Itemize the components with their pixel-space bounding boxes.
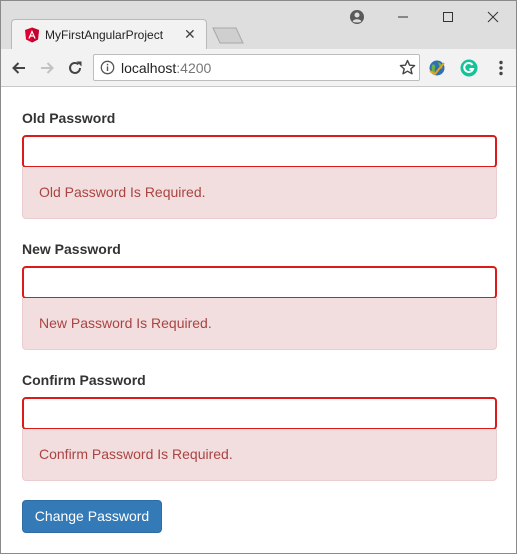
browser-window: MyFirstAngularProject ✕ localhost:4200 O… [0, 0, 517, 554]
page-content: Old Password Old Password Is Required. N… [1, 88, 516, 553]
browser-menu-icon[interactable] [491, 58, 511, 78]
confirm-password-label: Confirm Password [22, 372, 146, 388]
url-port: :4200 [176, 60, 212, 76]
confirm-password-input[interactable] [22, 397, 497, 430]
address-bar[interactable]: localhost:4200 [93, 54, 420, 81]
browser-toolbar: localhost:4200 [1, 49, 516, 87]
forward-icon[interactable] [36, 57, 58, 79]
confirm-password-group: Confirm Password Confirm Password Is Req… [22, 370, 497, 481]
extension-globe-icon[interactable] [427, 58, 447, 78]
change-password-button[interactable]: Change Password [22, 500, 162, 533]
old-password-group: Old Password Old Password Is Required. [22, 108, 497, 219]
url-text: localhost:4200 [121, 60, 211, 76]
account-icon[interactable] [347, 8, 367, 26]
new-password-label: New Password [22, 241, 121, 257]
back-icon[interactable] [8, 57, 30, 79]
reload-icon[interactable] [64, 57, 86, 79]
url-host: localhost [121, 60, 177, 76]
old-password-label: Old Password [22, 110, 116, 126]
grammarly-icon[interactable] [459, 58, 479, 78]
tab-strip: MyFirstAngularProject ✕ [1, 1, 516, 50]
old-password-input[interactable] [22, 135, 497, 168]
tab-title: MyFirstAngularProject [45, 28, 164, 42]
new-password-error: New Password Is Required. [22, 298, 497, 350]
bookmark-star-icon[interactable] [399, 59, 416, 76]
confirm-password-error: Confirm Password Is Required. [22, 429, 497, 481]
new-password-group: New Password New Password Is Required. [22, 239, 497, 350]
close-window-icon[interactable] [483, 8, 503, 26]
info-icon[interactable] [100, 60, 115, 75]
minimize-icon[interactable] [393, 8, 413, 26]
maximize-icon[interactable] [438, 8, 458, 26]
new-password-input[interactable] [22, 266, 497, 299]
old-password-error: Old Password Is Required. [22, 167, 497, 219]
angular-logo-icon [25, 27, 39, 43]
tab-close-icon[interactable]: ✕ [184, 26, 196, 42]
browser-tab[interactable]: MyFirstAngularProject ✕ [11, 19, 207, 50]
new-tab-icon[interactable] [212, 27, 244, 44]
